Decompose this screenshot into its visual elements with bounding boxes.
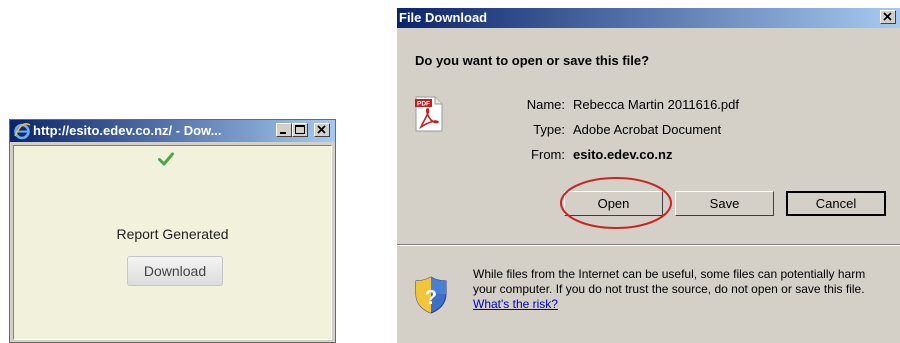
maximize-button[interactable] (292, 123, 308, 137)
close-icon (317, 125, 326, 134)
name-label: Name: (526, 97, 565, 112)
open-button[interactable]: Open (564, 191, 663, 216)
save-button[interactable]: Save (675, 191, 774, 216)
popup-titlebar[interactable]: http://esito.edev.co.nz/ - Dow... (10, 120, 335, 142)
checkmark-icon (158, 152, 174, 166)
pdf-icon-label: PDF (417, 101, 430, 108)
file-download-dialog: File Download Do you want to open or sav… (397, 8, 900, 343)
file-type-value: Adobe Acrobat Document (573, 122, 722, 137)
svg-text:?: ? (425, 287, 437, 309)
dialog-question: Do you want to open or save this file? (415, 53, 650, 68)
close-icon (883, 12, 892, 21)
download-button[interactable]: Download (127, 256, 223, 286)
popup-title: http://esito.edev.co.nz/ - Dow... (33, 123, 222, 138)
minimize-button[interactable] (276, 123, 292, 137)
close-button[interactable] (314, 123, 330, 137)
file-name-value: Rebecca Martin 2011616.pdf (573, 97, 739, 112)
dialog-titlebar[interactable]: File Download (397, 8, 900, 28)
internet-explorer-icon (14, 123, 31, 140)
type-label: Type: (533, 122, 565, 137)
dialog-close-button[interactable] (880, 10, 896, 24)
dialog-separator (397, 244, 900, 246)
pdf-file-icon: PDF (415, 96, 443, 132)
security-warning: While files from the Internet can be use… (473, 267, 891, 312)
minimize-icon (280, 132, 286, 134)
warning-text: While files from the Internet can be use… (473, 267, 866, 296)
file-source-value: esito.edev.co.nz (573, 147, 673, 162)
popup-content (13, 145, 332, 340)
dialog-title: File Download (399, 10, 488, 25)
maximize-icon (295, 125, 305, 134)
cancel-button[interactable]: Cancel (786, 191, 886, 216)
whats-the-risk-link[interactable]: What's the risk? (473, 297, 558, 311)
security-shield-icon: ? (415, 276, 447, 314)
from-label: From: (531, 147, 565, 162)
report-status-text: Report Generated (116, 226, 229, 242)
